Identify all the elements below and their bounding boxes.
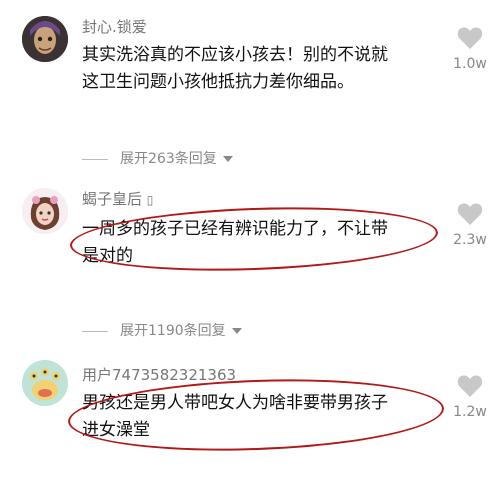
comment-text-line: 其实洗浴真的不应该小孩去！别的不说就 [82, 45, 388, 65]
expand-replies-button[interactable]: 展开263条回复 [82, 148, 233, 168]
divider [82, 158, 108, 160]
comment-text: 其实洗浴真的不应该小孩去！别的不说就 这卫生问题小孩他抵抗力差你细品。 [82, 42, 437, 96]
chevron-down-icon [222, 156, 233, 162]
expand-replies-label: 展开263条回复 [120, 151, 217, 167]
like-count: 2.3w [453, 232, 487, 248]
avatar[interactable] [22, 188, 68, 234]
comment-text-line: 是对的 [82, 246, 133, 266]
comment-text: 男孩还是男人带吧女人为啥非要带男孩子 进女澡堂 [82, 390, 437, 444]
like-count: 1.0w [453, 56, 487, 72]
heart-icon [457, 27, 483, 49]
comment-item: 用户7473582321363 男孩还是男人带吧女人为啥非要带男孩子 进女澡堂 … [0, 352, 500, 477]
heart-icon [457, 375, 483, 397]
comment-text-line: 男孩还是男人带吧女人为啥非要带男孩子 [82, 393, 388, 413]
username-text: 蝎子皇后 [82, 190, 143, 208]
heart-icon [457, 203, 483, 225]
expand-replies-label: 展开1190条回复 [120, 323, 226, 339]
like-count: 1.2w [453, 404, 487, 420]
like-button[interactable]: 1.2w [448, 374, 492, 420]
avatar[interactable] [22, 360, 68, 406]
divider [82, 330, 108, 332]
expand-replies-button[interactable]: 展开1190条回复 [82, 320, 242, 340]
comment-text-line: 一周多的孩子已经有辨识能力了，不让带 [82, 219, 388, 239]
avatar[interactable] [22, 16, 68, 62]
chevron-down-icon [231, 328, 242, 334]
like-button[interactable]: 1.0w [448, 26, 492, 72]
comment-text-line: 进女澡堂 [82, 420, 150, 440]
comment-item: 封心.锁爱 其实洗浴真的不应该小孩去！别的不说就 这卫生问题小孩他抵抗力差你细品… [0, 0, 500, 120]
like-button[interactable]: 2.3w [448, 202, 492, 248]
username[interactable]: 封心.锁爱 [82, 16, 147, 37]
comment-text: 一周多的孩子已经有辨识能力了，不让带 是对的 [82, 216, 437, 270]
comment-text-line: 这卫生问题小孩他抵抗力差你细品。 [82, 72, 354, 92]
comment-item: 蝎子皇后 ▯ 一周多的孩子已经有辨识能力了，不让带 是对的 2.3w [0, 180, 500, 300]
username[interactable]: 用户7473582321363 [82, 364, 236, 385]
username-badge: ▯ [146, 193, 154, 207]
username[interactable]: 蝎子皇后 ▯ [82, 188, 153, 209]
